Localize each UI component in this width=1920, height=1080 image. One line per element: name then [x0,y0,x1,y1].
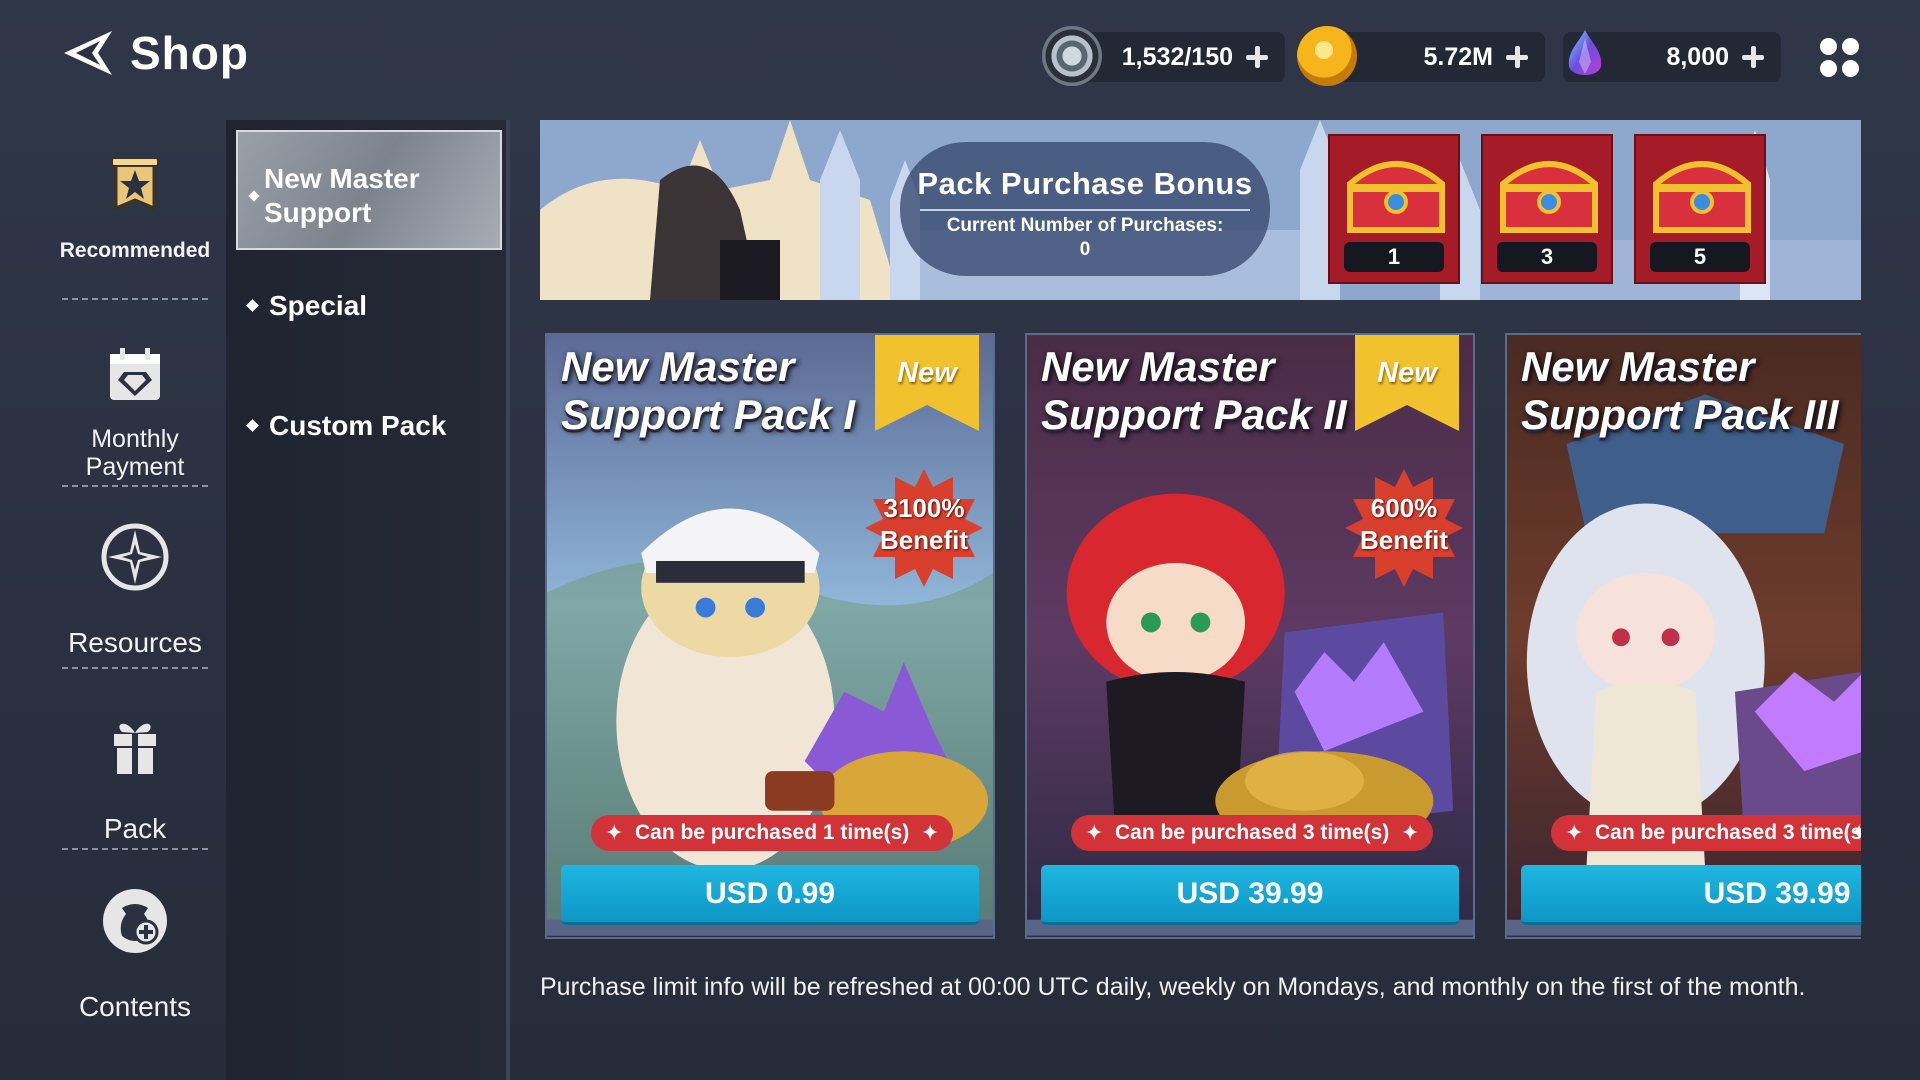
sidebar-item-contents[interactable]: Contents [40,886,230,1036]
dot-icon [1820,60,1837,77]
purchase-limit-badge: Can be purchased 3 time(s [1551,815,1861,851]
pack-name: New Master Support Pack II [1041,343,1347,438]
new-badge: New [875,335,979,431]
star-badge-icon [111,157,159,211]
purchase-count-value: 0 [1079,239,1091,260]
sidebar-item-label: Recommended [59,239,211,262]
resource-gem: 8,000 [1563,30,1781,82]
pack-name: New Master Support Pack I [561,343,856,438]
crystal-gem-icon [1568,30,1602,75]
treasure-chest-icon [1347,161,1445,233]
pack-card-3[interactable]: New Master Support Pack III 8 B Can be p… [1505,333,1861,939]
add-gear-button[interactable] [1243,43,1271,71]
treasure-chest-icon [1500,161,1598,233]
sidebar-item-label: Monthly Payment [85,425,185,481]
add-gem-button[interactable] [1739,43,1767,71]
benefit-badge: 600% Benefit [1345,469,1463,587]
purchase-limit-note: Purchase limit info will be refreshed at… [540,973,1806,1001]
pack-purchase-bonus-banner: Pack Purchase Bonus Current Number of Pu… [540,120,1861,300]
submenu-item-special[interactable]: Special [236,290,502,322]
submenu-item-label: New Master Support [264,163,420,229]
reward-chest-5[interactable]: 5 [1634,134,1766,284]
reward-chest-3[interactable]: 3 [1481,134,1613,284]
sidebar-item-pack[interactable]: Pack [40,708,230,858]
submenu-item-label: Custom Pack [269,410,447,441]
bag-plus-icon [103,889,167,953]
sidebar-item-monthly-payment[interactable]: Monthly Payment [40,340,230,490]
benefit-label: Benefit [879,525,969,555]
dot-icon [1842,38,1859,55]
pack-card-3-clip: New Master Support Pack III 8 B Can be p… [1505,333,1861,939]
buy-button[interactable]: USD 39.99 [1041,865,1459,925]
submenu-item-custom-pack[interactable]: Custom Pack [236,410,502,442]
reward-count: 5 [1650,242,1750,272]
gold-coin-icon [1297,26,1357,86]
pack-name: New Master Support Pack III [1521,343,1839,438]
sidebar-item-label: Resources [68,627,202,658]
reward-chest-1[interactable]: 1 [1328,134,1460,284]
dot-icon [1820,38,1837,55]
reward-count: 1 [1344,242,1444,272]
grid-menu-button[interactable] [1820,38,1860,78]
bonus-title: Pack Purchase Bonus [917,166,1253,201]
divider [62,667,208,669]
dot-icon [1842,60,1859,77]
bullet-icon [246,299,259,312]
calendar-diamond-icon [110,348,160,400]
buy-button[interactable]: USD 0.99 [561,865,979,925]
sidebar-item-label: Pack [103,813,167,844]
pack-card-2[interactable]: New Master Support Pack II New 600% Bene… [1025,333,1475,939]
benefit-label: Benefit [1359,525,1449,555]
resource-value: 8,000 [1666,42,1729,71]
gear-icon [1042,26,1102,86]
reward-count: 3 [1497,242,1597,272]
new-badge-label: New [1377,357,1437,389]
benefit-badge: 3100% Benefit [865,469,983,587]
sidebar-item-recommended[interactable]: Recommended [40,152,230,302]
buy-button[interactable]: USD 39.99 [1521,865,1861,925]
resource-value: 5.72M [1423,42,1493,71]
new-badge: New [1355,335,1459,431]
submenu-item-label: Special [269,290,368,321]
compass-star-icon [101,523,169,591]
gift-icon [114,723,156,774]
treasure-chest-icon [1653,161,1751,233]
bullet-icon [246,419,259,432]
submenu-panel: New Master Support Special Custom Pack [226,120,510,1080]
purchase-count-label: Current Number of Purchases: [946,215,1224,236]
divider [62,848,208,850]
pack-card-1[interactable]: New Master Support Pack I New 3100% Bene… [545,333,995,939]
bullet-icon [248,190,260,202]
back-button[interactable]: Shop [60,26,249,80]
bonus-info-panel: Pack Purchase Bonus Current Number of Pu… [900,142,1270,276]
new-badge-label: New [897,357,957,389]
divider [920,209,1250,211]
sidebar-item-label: Contents [78,991,192,1022]
sidebar-item-resources[interactable]: Resources [40,522,230,672]
shop-screen: Shop 1,532/150 5.72M 8,000 Recommended M… [0,0,1920,1080]
purchase-limit-badge: Can be purchased 1 time(s) [591,815,954,851]
divider [62,485,208,487]
back-arrow-icon [64,31,112,75]
submenu-item-new-master-support[interactable]: New Master Support [236,130,502,250]
add-gold-button[interactable] [1503,43,1531,71]
resource-gold: 5.72M [1297,26,1545,86]
benefit-value: 600% [1370,493,1438,523]
benefit-value: 3100% [883,493,965,523]
resource-value: 1,532/150 [1121,42,1233,71]
purchase-limit-badge: Can be purchased 3 time(s) [1071,815,1434,851]
page-title: Shop [130,27,249,79]
resource-gear: 1,532/150 [1042,26,1285,86]
divider [62,298,208,300]
